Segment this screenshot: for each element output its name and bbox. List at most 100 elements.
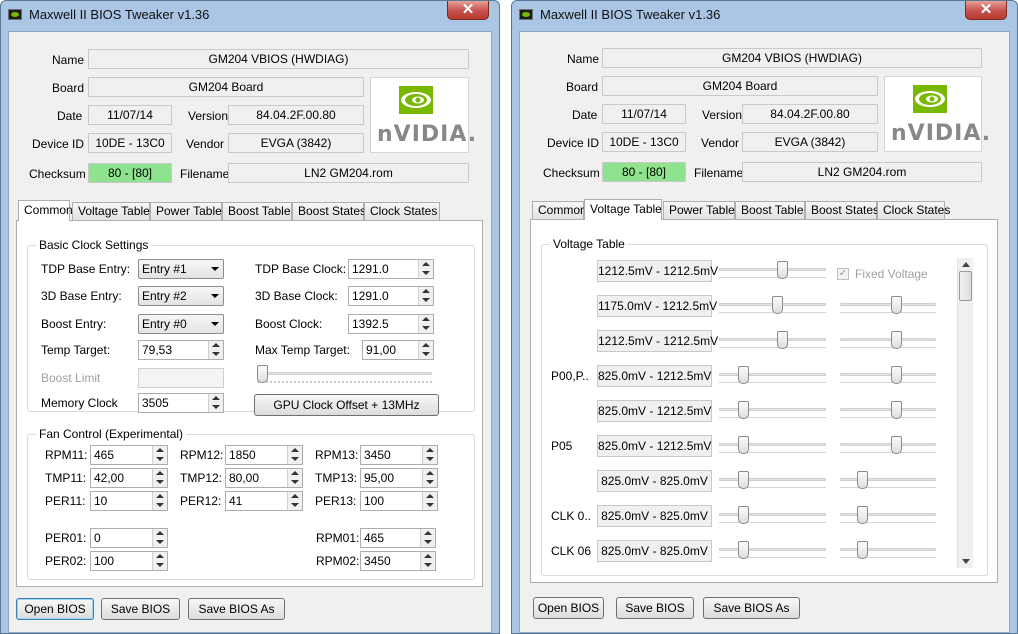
slider-thumb[interactable] bbox=[891, 436, 902, 454]
fan-spinner[interactable] bbox=[422, 446, 437, 464]
fan-spinner[interactable] bbox=[287, 469, 302, 487]
3d-base-clock-spinner[interactable] bbox=[418, 287, 433, 305]
tab-power-table[interactable]: Power Table bbox=[150, 202, 222, 220]
voltage-slider2[interactable] bbox=[840, 401, 936, 425]
voltage-slider1[interactable] bbox=[719, 506, 826, 530]
tab-boost-table[interactable]: Boost Table bbox=[735, 201, 805, 219]
temp-target-input[interactable]: 79,53 bbox=[138, 340, 224, 360]
max-temp-target-spinner[interactable] bbox=[418, 341, 433, 359]
tab-voltage-table[interactable]: Voltage Table bbox=[584, 199, 662, 220]
fan-spinner[interactable] bbox=[152, 469, 167, 487]
slider-thumb[interactable] bbox=[738, 366, 749, 384]
voltage-slider1[interactable] bbox=[719, 401, 826, 425]
voltage-slider1[interactable] bbox=[719, 261, 826, 285]
slider-thumb[interactable] bbox=[891, 366, 902, 384]
save-bios-as-button[interactable]: Save BIOS As bbox=[703, 597, 800, 619]
voltage-slider1[interactable] bbox=[719, 541, 826, 565]
per02-input[interactable]: 100 bbox=[90, 551, 168, 571]
per01-spinner[interactable] bbox=[152, 529, 167, 547]
voltage-slider2[interactable] bbox=[840, 541, 936, 565]
voltage-slider2[interactable] bbox=[840, 296, 936, 320]
open-bios-button[interactable]: Open BIOS bbox=[16, 598, 94, 620]
slider-thumb[interactable] bbox=[257, 365, 268, 383]
slider-thumb[interactable] bbox=[738, 506, 749, 524]
voltage-slider2[interactable] bbox=[840, 331, 936, 355]
voltage-slider2[interactable] bbox=[840, 366, 936, 390]
slider-thumb[interactable] bbox=[891, 331, 902, 349]
fan-spinner[interactable] bbox=[422, 492, 437, 510]
tab-boost-states[interactable]: Boost States bbox=[292, 202, 366, 220]
fan-1-0-input[interactable]: 42,00 bbox=[90, 468, 168, 488]
close-button[interactable]: ✕ bbox=[447, 1, 489, 20]
slider-thumb[interactable] bbox=[738, 471, 749, 489]
right-title-bar[interactable]: Maxwell II BIOS Tweaker v1.36 ✕ bbox=[512, 1, 1017, 29]
tab-power-table[interactable]: Power Table bbox=[663, 201, 735, 219]
tdp-base-clock-spinner[interactable] bbox=[418, 260, 433, 278]
scroll-up-icon[interactable] bbox=[962, 262, 970, 267]
fan-spinner[interactable] bbox=[422, 469, 437, 487]
fixed-voltage-checkbox[interactable]: ✓ bbox=[837, 268, 849, 280]
boost-entry-dropdown[interactable]: Entry #0 bbox=[138, 314, 224, 334]
voltage-slider1[interactable] bbox=[719, 436, 826, 460]
rpm01-spinner[interactable] bbox=[420, 529, 435, 547]
rpm01-input[interactable]: 465 bbox=[360, 528, 436, 548]
fan-2-1-input[interactable]: 41 bbox=[225, 491, 303, 511]
voltage-slider1[interactable] bbox=[719, 296, 826, 320]
fan-spinner[interactable] bbox=[152, 446, 167, 464]
voltage-slider1[interactable] bbox=[719, 471, 826, 495]
memory-clock-spinner[interactable] bbox=[208, 394, 223, 412]
fan-spinner[interactable] bbox=[287, 446, 302, 464]
voltage-slider2[interactable] bbox=[840, 436, 936, 460]
fan-1-2-input[interactable]: 95,00 bbox=[360, 468, 438, 488]
voltage-table-scrollbar[interactable] bbox=[957, 258, 973, 568]
memory-clock-input[interactable]: 3505 bbox=[138, 393, 224, 413]
tdp-base-entry-dropdown[interactable]: Entry #1 bbox=[138, 259, 224, 279]
rpm02-input[interactable]: 3450 bbox=[360, 551, 436, 571]
tab-common[interactable]: Common bbox=[532, 201, 587, 219]
scroll-down-icon[interactable] bbox=[962, 559, 970, 564]
fan-2-2-input[interactable]: 100 bbox=[360, 491, 438, 511]
open-bios-button[interactable]: Open BIOS bbox=[533, 597, 604, 619]
save-bios-button[interactable]: Save BIOS bbox=[101, 598, 180, 620]
slider-thumb[interactable] bbox=[777, 261, 788, 279]
voltage-slider1[interactable] bbox=[719, 331, 826, 355]
boost-clock-spinner[interactable] bbox=[418, 315, 433, 333]
voltage-slider2[interactable] bbox=[840, 471, 936, 495]
save-bios-as-button[interactable]: Save BIOS As bbox=[188, 598, 285, 620]
boost-clock-input[interactable]: 1392.5 bbox=[348, 314, 434, 334]
rpm02-spinner[interactable] bbox=[420, 552, 435, 570]
3d-base-clock-input[interactable]: 1291.0 bbox=[348, 286, 434, 306]
slider-thumb[interactable] bbox=[891, 296, 902, 314]
gpu-clock-offset-button[interactable]: GPU Clock Offset + 13MHz bbox=[254, 394, 439, 416]
tab-common[interactable]: Common bbox=[18, 200, 73, 221]
temp-target-spinner[interactable] bbox=[208, 341, 223, 359]
fan-0-2-input[interactable]: 3450 bbox=[360, 445, 438, 465]
slider-thumb[interactable] bbox=[772, 296, 783, 314]
fan-2-0-input[interactable]: 10 bbox=[90, 491, 168, 511]
slider-thumb[interactable] bbox=[738, 401, 749, 419]
close-button[interactable]: ✕ bbox=[965, 1, 1007, 20]
per01-input[interactable]: 0 bbox=[90, 528, 168, 548]
fan-0-0-input[interactable]: 465 bbox=[90, 445, 168, 465]
tab-voltage-table[interactable]: Voltage Table bbox=[72, 202, 150, 220]
3d-base-entry-dropdown[interactable]: Entry #2 bbox=[138, 286, 224, 306]
slider-thumb[interactable] bbox=[857, 471, 868, 489]
fan-0-1-input[interactable]: 1850 bbox=[225, 445, 303, 465]
slider-thumb[interactable] bbox=[777, 331, 788, 349]
fan-spinner[interactable] bbox=[152, 492, 167, 510]
scrollbar-thumb[interactable] bbox=[959, 271, 972, 301]
tab-clock-states[interactable]: Clock States bbox=[364, 202, 440, 220]
voltage-slider2[interactable] bbox=[840, 506, 936, 530]
tab-boost-table[interactable]: Boost Table bbox=[222, 202, 292, 220]
fan-1-1-input[interactable]: 80,00 bbox=[225, 468, 303, 488]
tab-boost-states[interactable]: Boost States bbox=[805, 201, 879, 219]
slider-thumb[interactable] bbox=[738, 541, 749, 559]
max-temp-target-input[interactable]: 91,00 bbox=[362, 340, 434, 360]
slider-thumb[interactable] bbox=[891, 401, 902, 419]
slider-thumb[interactable] bbox=[857, 506, 868, 524]
tab-clock-states[interactable]: Clock States bbox=[877, 201, 950, 219]
slider-thumb[interactable] bbox=[857, 541, 868, 559]
left-title-bar[interactable]: Maxwell II BIOS Tweaker v1.36 ✕ bbox=[1, 1, 499, 29]
slider-thumb[interactable] bbox=[738, 436, 749, 454]
voltage-slider1[interactable] bbox=[719, 366, 826, 390]
